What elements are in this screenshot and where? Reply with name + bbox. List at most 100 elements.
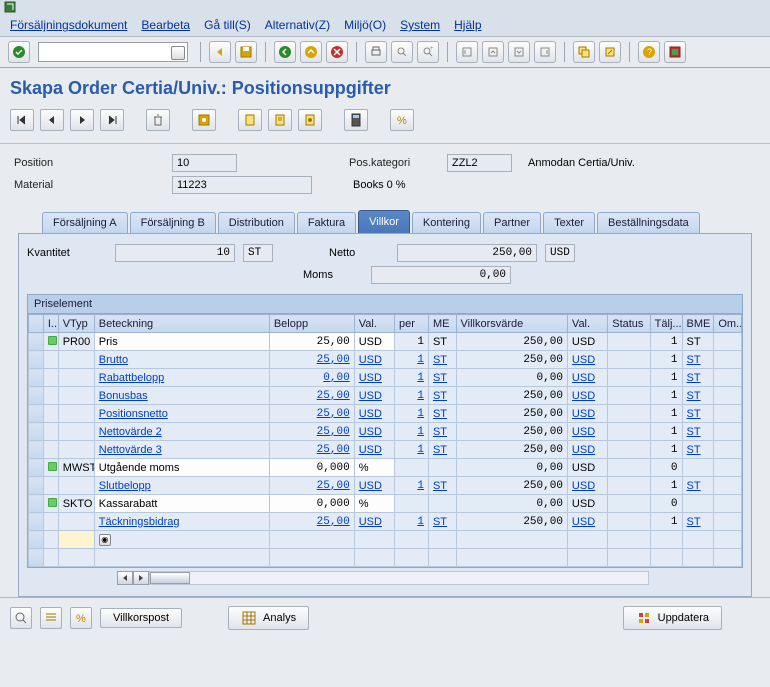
villkorspost-button[interactable]: Villkorspost	[100, 608, 182, 628]
grid-header[interactable]: ME	[428, 315, 456, 333]
grid-header[interactable]: per	[395, 315, 429, 333]
table-row[interactable]: Bonusbas25,00USD1ST250,00USD1ST	[29, 387, 742, 405]
menu-alternativ[interactable]: Alternativ(Z)	[265, 18, 330, 32]
menu-bearbeta[interactable]: Bearbeta	[141, 18, 190, 32]
grid-header[interactable]: I...	[43, 315, 58, 333]
window-title-strip	[0, 0, 770, 14]
command-field[interactable]	[38, 42, 188, 62]
table-row[interactable]: Slutbelopp25,00USD1ST250,00USD1ST	[29, 477, 742, 495]
position-field[interactable]	[172, 154, 237, 172]
table-row[interactable]: Täckningsbidrag25,00USD1ST250,00USD1ST	[29, 513, 742, 531]
cancel-button[interactable]	[326, 41, 348, 63]
percent2-button[interactable]: %	[70, 607, 92, 629]
header-form: Position Pos.kategori Anmodan Certia/Uni…	[0, 144, 770, 597]
tab-forsaljning-b[interactable]: Försäljning B	[130, 212, 216, 233]
grid-header[interactable]: Tälj...	[650, 315, 682, 333]
back2-button[interactable]	[274, 41, 296, 63]
scroll-right-button[interactable]	[133, 571, 149, 585]
table-row[interactable]	[29, 549, 742, 567]
table-row[interactable]: Nettovärde 325,00USD1ST250,00USD1ST	[29, 441, 742, 459]
help-button[interactable]: ?	[638, 41, 660, 63]
first-page-button[interactable]	[456, 41, 478, 63]
table-row[interactable]: MWSTUtgående moms0,000%0,00USD0	[29, 459, 742, 477]
grid-header[interactable]: Val.	[354, 315, 394, 333]
save-icon	[240, 46, 252, 58]
grid-header[interactable]: Villkorsvärde	[456, 315, 567, 333]
check-icon	[12, 45, 26, 59]
delete-button[interactable]	[146, 109, 170, 131]
tab-villkor[interactable]: Villkor	[358, 210, 410, 233]
find-next-button[interactable]: +	[417, 41, 439, 63]
last-item-button[interactable]	[100, 109, 124, 131]
material-field[interactable]	[172, 176, 312, 194]
table-row[interactable]: Nettovärde 225,00USD1ST250,00USD1ST	[29, 423, 742, 441]
new-session-button[interactable]	[573, 41, 595, 63]
tab-kontering[interactable]: Kontering	[412, 212, 481, 233]
last-page-button[interactable]	[534, 41, 556, 63]
uppdatera-button[interactable]: Uppdatera	[623, 606, 722, 630]
menu-forsaljningsdokument[interactable]: Försäljningsdokument	[10, 18, 127, 32]
table-row[interactable]: Positionsnetto25,00USD1ST250,00USD1ST	[29, 405, 742, 423]
table-row[interactable]: SKTOKassarabatt0,000%0,00USD0	[29, 495, 742, 513]
shortcut-button[interactable]	[599, 41, 621, 63]
app-sap-icon	[4, 1, 16, 13]
grid-header[interactable]: Val.	[567, 315, 607, 333]
tool1-button[interactable]	[238, 109, 262, 131]
layout-button[interactable]	[664, 41, 686, 63]
tab-texter[interactable]: Texter	[543, 212, 595, 233]
tool2-button[interactable]	[268, 109, 292, 131]
tab-distribution[interactable]: Distribution	[218, 212, 295, 233]
table-row[interactable]: ◉	[29, 531, 742, 549]
menu-system[interactable]: System	[400, 18, 440, 32]
poskategori-field[interactable]	[447, 154, 512, 172]
refresh-icon	[636, 610, 652, 626]
grid-header[interactable]: Beteckning	[94, 315, 269, 333]
list-button[interactable]	[40, 607, 62, 629]
grid-hscroll[interactable]	[27, 568, 743, 588]
prev-item-button[interactable]	[40, 109, 64, 131]
first-item-button[interactable]	[10, 109, 34, 131]
kvantitet-field[interactable]	[115, 244, 235, 262]
menu-gatill[interactable]: Gå till(S)	[204, 18, 251, 32]
exit-button[interactable]	[300, 41, 322, 63]
svg-text:?: ?	[647, 47, 652, 57]
menu-miljo[interactable]: Miljö(O)	[344, 18, 386, 32]
doc3-icon	[303, 113, 317, 127]
table-row[interactable]: PR00Pris25,00USD1ST250,00USD1ST	[29, 333, 742, 351]
print-button[interactable]	[365, 41, 387, 63]
menu-hjalp[interactable]: Hjälp	[454, 18, 481, 32]
config-button[interactable]	[192, 109, 216, 131]
enter-button[interactable]	[8, 41, 30, 63]
scroll-left-button[interactable]	[117, 571, 133, 585]
calc-button[interactable]	[344, 109, 368, 131]
scroll-track[interactable]	[149, 571, 649, 585]
save-button[interactable]	[235, 41, 257, 63]
scroll-thumb[interactable]	[150, 572, 190, 584]
grid-header[interactable]: VTyp	[58, 315, 94, 333]
tool3-button[interactable]	[298, 109, 322, 131]
percent-button[interactable]: %	[390, 109, 414, 131]
find-next-icon: +	[422, 46, 434, 58]
poskategori-label: Pos.kategori	[347, 157, 437, 169]
tab-faktura[interactable]: Faktura	[297, 212, 356, 233]
next-item-button[interactable]	[70, 109, 94, 131]
tab-bestallningsdata[interactable]: Beställningsdata	[597, 212, 700, 233]
grid-header[interactable]: Status	[608, 315, 650, 333]
bottom-bar: % Villkorspost Analys Uppdatera	[0, 597, 770, 638]
prev-page-button[interactable]	[482, 41, 504, 63]
next-page-button[interactable]	[508, 41, 530, 63]
find-button[interactable]	[391, 41, 413, 63]
tab-forsaljning-a[interactable]: Försäljning A	[42, 212, 128, 233]
grid-header[interactable]: Om...	[714, 315, 742, 333]
tab-partner[interactable]: Partner	[483, 212, 541, 233]
kvantitet-unit[interactable]	[243, 244, 273, 262]
detail-button[interactable]	[10, 607, 32, 629]
price-grid[interactable]: I...VTypBeteckningBeloppVal.perMEVillkor…	[27, 314, 743, 568]
grid-header[interactable]: Belopp	[269, 315, 354, 333]
table-row[interactable]: Brutto25,00USD1ST250,00USD1ST	[29, 351, 742, 369]
grid-header[interactable]: BME	[682, 315, 714, 333]
analys-button[interactable]: Analys	[228, 606, 309, 630]
back-button[interactable]	[209, 41, 231, 63]
svg-text:+: +	[430, 46, 434, 52]
table-row[interactable]: Rabattbelopp0,00USD1ST0,00USD1ST	[29, 369, 742, 387]
